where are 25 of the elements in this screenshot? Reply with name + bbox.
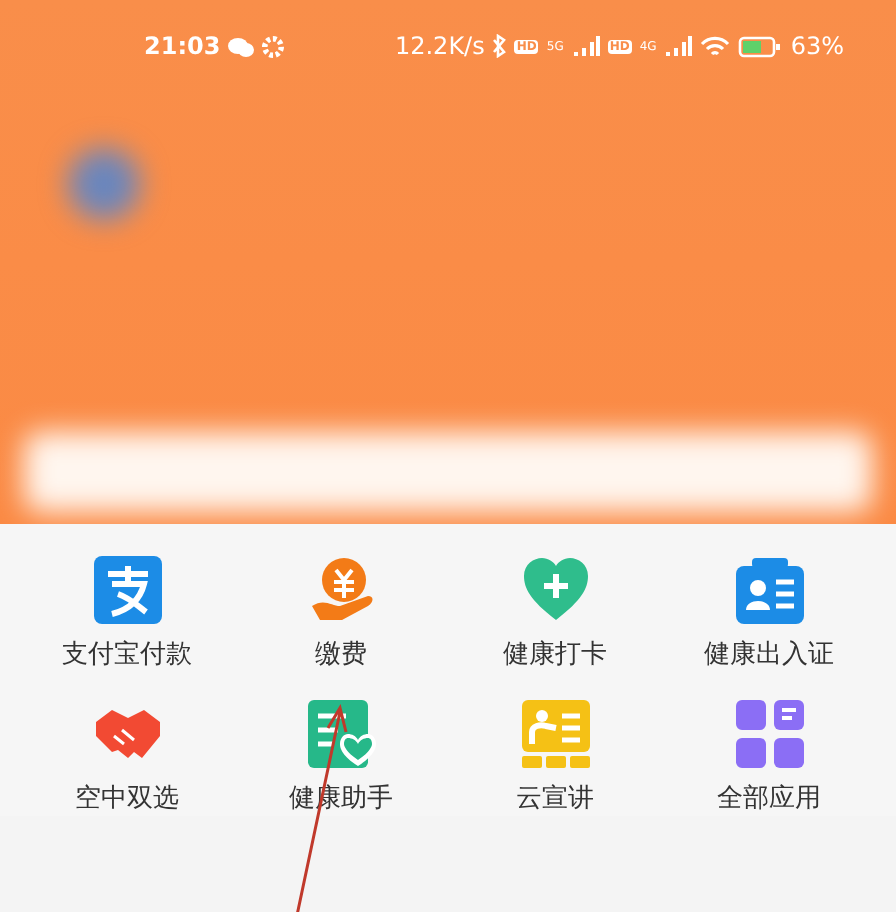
alipay-icon bbox=[93, 556, 161, 624]
signal-icon bbox=[664, 36, 693, 56]
avatar-circle bbox=[68, 148, 140, 220]
network-speed: 12.2K/s bbox=[394, 32, 485, 60]
health-note-icon bbox=[307, 700, 375, 768]
settings-icon bbox=[262, 35, 285, 57]
app-label[interactable]: 健康出入证 bbox=[704, 636, 834, 672]
app-label[interactable]: 缴费 bbox=[315, 636, 367, 672]
app-label[interactable]: 支付宝付款 bbox=[62, 636, 192, 672]
signal-icon bbox=[571, 36, 600, 56]
app-label[interactable]: 健康打卡 bbox=[503, 636, 607, 672]
wifi-icon bbox=[700, 35, 731, 57]
heart-plus-icon bbox=[521, 556, 589, 624]
chat-icon bbox=[228, 35, 255, 57]
apps-grid-icon bbox=[735, 700, 803, 768]
status-time: 21:03 bbox=[144, 32, 221, 60]
battery-icon bbox=[738, 35, 783, 57]
bluetooth-icon bbox=[492, 34, 507, 58]
id-card-icon bbox=[735, 556, 803, 624]
app-label[interactable]: 全部应用 bbox=[717, 780, 821, 816]
battery-percent: 63% bbox=[790, 32, 844, 60]
app-label[interactable]: 云宣讲 bbox=[516, 780, 594, 816]
app-label[interactable]: 空中双选 bbox=[75, 780, 179, 816]
coin-hand-icon bbox=[307, 556, 375, 624]
presenter-board-icon bbox=[521, 700, 589, 768]
